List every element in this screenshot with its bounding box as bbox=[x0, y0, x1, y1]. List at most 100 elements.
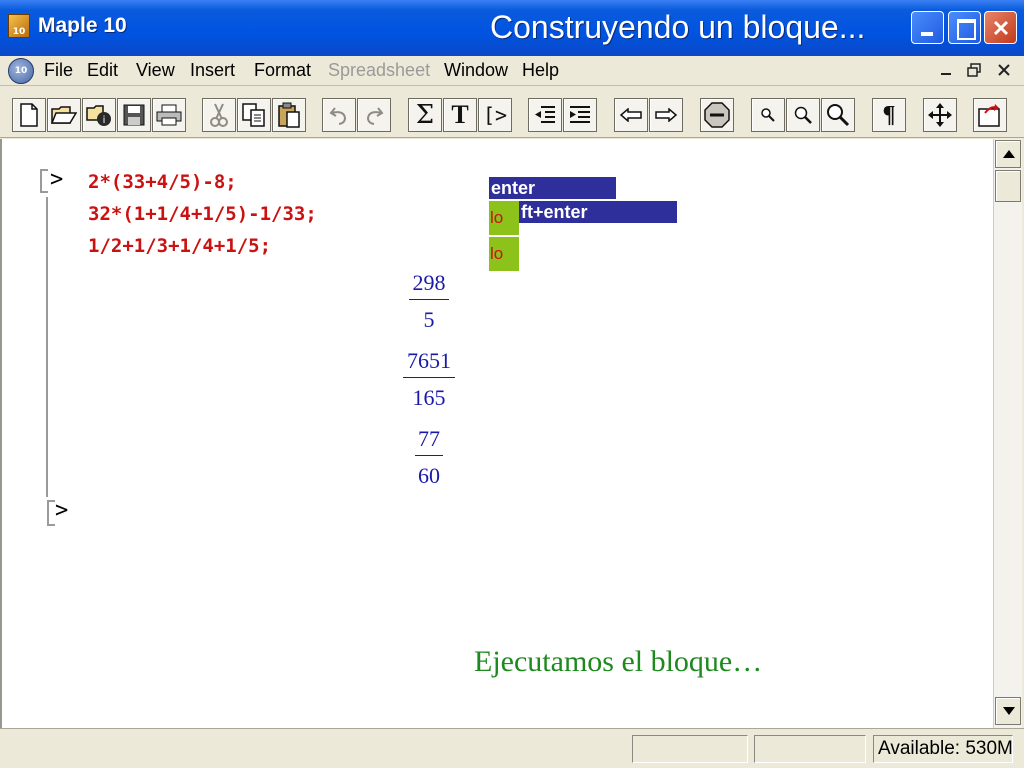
execution-group-button[interactable]: [> bbox=[478, 98, 512, 132]
fraction-bar bbox=[415, 455, 443, 456]
sum-button[interactable]: Σ bbox=[408, 98, 442, 132]
menu-edit[interactable]: Edit bbox=[87, 60, 118, 81]
scroll-up-button[interactable] bbox=[995, 140, 1021, 168]
input-prompt: > bbox=[50, 167, 64, 192]
open-folder-icon bbox=[51, 106, 77, 124]
document-icon[interactable]: 10 bbox=[8, 58, 34, 84]
save-icon bbox=[123, 104, 145, 126]
app-title: Maple 10 bbox=[38, 14, 127, 37]
zoom-large-button[interactable] bbox=[821, 98, 855, 132]
document-close-button[interactable] bbox=[992, 59, 1016, 81]
resize-button[interactable] bbox=[923, 98, 957, 132]
stop-button[interactable] bbox=[700, 98, 734, 132]
stop-icon bbox=[704, 102, 730, 128]
green-label-1: lo bbox=[489, 201, 519, 235]
input-line-1[interactable]: 2*(33+4/5)-8; bbox=[88, 171, 237, 193]
menu-spreadsheet[interactable]: Spreadsheet bbox=[328, 60, 430, 81]
input-line-2[interactable]: 32*(1+1/4+1/5)-1/33; bbox=[88, 203, 317, 225]
scroll-thumb[interactable] bbox=[995, 170, 1021, 202]
menu-format[interactable]: Format bbox=[254, 60, 311, 81]
undo-button[interactable] bbox=[322, 98, 356, 132]
new-document-button[interactable] bbox=[12, 98, 46, 132]
copy-icon bbox=[242, 103, 265, 127]
document-minimize-button[interactable] bbox=[934, 59, 958, 81]
document-restore-button[interactable] bbox=[962, 59, 986, 81]
output-numerator: 77 bbox=[418, 426, 440, 451]
magnifier-large-icon bbox=[827, 104, 850, 127]
insert-section-button[interactable] bbox=[563, 98, 597, 132]
text-mode-button[interactable]: T bbox=[443, 98, 477, 132]
open-url-button[interactable]: i bbox=[82, 98, 116, 132]
worksheet[interactable]: > 2*(33+4/5)-8; 32*(1+1/4+1/5)-1/33; 1/2… bbox=[0, 139, 993, 728]
svg-text:i: i bbox=[103, 115, 106, 126]
print-icon bbox=[156, 104, 182, 126]
print-button[interactable] bbox=[152, 98, 186, 132]
redo-icon bbox=[366, 107, 384, 125]
menu-help[interactable]: Help bbox=[522, 60, 559, 81]
remove-section-button[interactable] bbox=[528, 98, 562, 132]
status-cell-2 bbox=[754, 735, 866, 763]
window-title: Construyendo un bloque... bbox=[490, 9, 866, 45]
tooltip-line-2: ft+enter bbox=[519, 201, 677, 223]
input-line-3[interactable]: 1/2+1/3+1/4+1/5; bbox=[88, 235, 271, 257]
forward-button[interactable] bbox=[649, 98, 683, 132]
undo-icon bbox=[329, 107, 347, 125]
triangle-down-icon bbox=[1003, 707, 1015, 715]
output-numerator: 298 bbox=[412, 270, 446, 295]
open-url-icon: i bbox=[86, 105, 111, 126]
output-denominator: 5 bbox=[423, 307, 435, 332]
fraction-bar bbox=[403, 377, 455, 378]
paragraph-marks-button[interactable]: ¶ bbox=[872, 98, 906, 132]
arrow-left-icon bbox=[619, 108, 642, 122]
vertical-scrollbar[interactable] bbox=[993, 139, 1022, 728]
zoom-medium-button[interactable] bbox=[786, 98, 820, 132]
paste-icon bbox=[278, 102, 300, 128]
magnifier-medium-icon bbox=[794, 106, 812, 124]
memory-status: Available: 530M bbox=[873, 735, 1013, 763]
arrow-right-icon bbox=[655, 108, 678, 122]
redo-button[interactable] bbox=[357, 98, 391, 132]
slide-caption: Ejecutamos el bloque… bbox=[474, 645, 763, 678]
menu-bar: 10 File Edit View Insert Format Spreadsh… bbox=[0, 56, 1024, 86]
restore-icon bbox=[967, 63, 981, 77]
indent-icon bbox=[570, 106, 590, 123]
group-bracket-line[interactable] bbox=[46, 197, 48, 497]
maximize-button[interactable] bbox=[948, 11, 981, 44]
new-document-icon bbox=[20, 103, 38, 127]
green-label-2: lo bbox=[489, 237, 519, 271]
outdent-icon bbox=[535, 106, 555, 123]
close-button[interactable] bbox=[984, 11, 1017, 44]
scissors-icon bbox=[210, 103, 228, 127]
restart-button[interactable] bbox=[973, 98, 1007, 132]
save-button[interactable] bbox=[117, 98, 151, 132]
fraction-bar bbox=[409, 299, 449, 300]
group-bracket-empty[interactable] bbox=[47, 500, 55, 526]
restart-icon bbox=[978, 104, 1000, 127]
tooltip-line-1: enter bbox=[489, 177, 616, 199]
toolbar: i Σ T [> ¶ bbox=[0, 88, 1024, 138]
cut-button[interactable] bbox=[202, 98, 236, 132]
minimize-icon bbox=[941, 73, 951, 75]
output-fraction-1: 298 5 bbox=[389, 269, 469, 334]
back-button[interactable] bbox=[614, 98, 648, 132]
menu-window[interactable]: Window bbox=[444, 60, 508, 81]
maple-app-icon[interactable]: 10 bbox=[8, 14, 30, 38]
available-memory: Available: 530M bbox=[878, 738, 1013, 759]
menu-file[interactable]: File bbox=[44, 60, 73, 81]
magnifier-small-icon bbox=[761, 108, 775, 122]
input-prompt-empty[interactable]: > bbox=[55, 498, 68, 523]
menu-insert[interactable]: Insert bbox=[190, 60, 235, 81]
paste-button[interactable] bbox=[272, 98, 306, 132]
zoom-small-button[interactable] bbox=[751, 98, 785, 132]
output-fraction-2: 7651 165 bbox=[389, 347, 469, 412]
open-button[interactable] bbox=[47, 98, 81, 132]
scroll-down-button[interactable] bbox=[995, 697, 1021, 725]
copy-button[interactable] bbox=[237, 98, 271, 132]
group-bracket-top[interactable] bbox=[40, 169, 48, 193]
output-denominator: 165 bbox=[412, 385, 446, 410]
minimize-button[interactable] bbox=[911, 11, 944, 44]
title-bar[interactable]: 10 Maple 10 Construyendo un bloque... bbox=[0, 0, 1024, 56]
menu-view[interactable]: View bbox=[136, 60, 175, 81]
close-icon bbox=[993, 20, 1009, 36]
output-fraction-3: 77 60 bbox=[389, 425, 469, 490]
